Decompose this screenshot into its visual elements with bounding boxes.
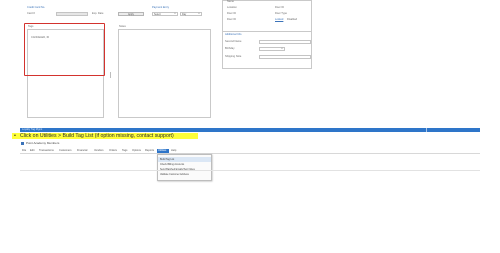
menu-help[interactable]: Help	[171, 149, 176, 153]
top-row-label-0: Name	[227, 0, 234, 3]
chevron-down-icon: ▼	[174, 13, 176, 15]
notes-area[interactable]	[118, 29, 211, 118]
menu-reports[interactable]: Reports	[145, 149, 154, 153]
top-row-value-1[interactable]: Door ID	[275, 6, 284, 10]
top-row-value-3[interactable]: Locked	[275, 18, 283, 22]
top-row-value-2[interactable]: Door Type	[275, 12, 287, 16]
credit-card-heading: Credit Card No.	[27, 6, 46, 9]
additional-label-2: Shipping Note	[225, 55, 242, 58]
menu-options[interactable]: Options	[132, 149, 141, 153]
payment-select-b-value: Day	[182, 13, 187, 16]
dropdown-validate-customer-address[interactable]: Validate Customer Address	[158, 172, 211, 177]
top-row-label-3: Door ID	[227, 18, 236, 21]
menu-vendors[interactable]: Vendors	[94, 149, 104, 153]
chevron-down-icon: ▼	[198, 13, 200, 15]
payment-select-a-value: Select	[154, 13, 161, 16]
status-divider	[426, 128, 427, 132]
status-bar-text: Loyalty Tag Mgmt	[22, 128, 43, 131]
second-name-field[interactable]	[259, 40, 311, 44]
top-row-extra-3: Disabled	[287, 18, 298, 21]
top-row-label-1: Location	[227, 6, 237, 9]
shipping-note-field[interactable]	[259, 55, 311, 59]
payment-heading: Payment Entry	[152, 6, 170, 9]
menu-transactions[interactable]: Transactions	[39, 149, 54, 153]
top-row-label-2: Door ID	[227, 12, 236, 15]
birthday-select[interactable]: ▼	[259, 47, 285, 51]
apply-button[interactable]: Apply	[118, 12, 144, 16]
payment-select-b[interactable]: Day ▼	[180, 12, 202, 16]
additional-heading: Additional Info	[225, 33, 242, 36]
menu-utilities-label: Utilities	[158, 148, 167, 152]
additional-label-0: Second Name	[225, 40, 242, 43]
menu-file[interactable]: File	[22, 149, 26, 153]
payment-select-a[interactable]: Select ▼	[152, 12, 178, 16]
additional-panel: Additional Info Second Name Birthday ▼ S…	[222, 31, 312, 69]
exp-date-label: Exp. Date	[92, 12, 104, 15]
notes-resize-handle[interactable]	[110, 72, 111, 78]
menu-tags[interactable]: Tags	[122, 149, 127, 153]
menu-orders[interactable]: Orders	[109, 149, 117, 153]
card-number-field[interactable]	[56, 12, 88, 16]
tags-highlight-outline	[24, 23, 105, 76]
chevron-down-icon: ▼	[281, 48, 283, 50]
utilities-dropdown: Build Tag List Check Billing Accounts Se…	[157, 154, 212, 181]
menu-utilities[interactable]: Utilities	[157, 148, 169, 153]
menu-edit[interactable]: Edit	[30, 149, 34, 153]
lower-divider	[20, 170, 480, 171]
menubar: File Edit Transactions Customers Financi…	[20, 148, 480, 154]
menu-financial[interactable]: Financial	[77, 149, 87, 153]
status-bar: Loyalty Tag Mgmt	[20, 128, 480, 132]
instruction-bullet: •	[14, 133, 16, 139]
menu-customers[interactable]: Customers	[59, 149, 72, 153]
card-number-label: Card #	[27, 12, 35, 15]
app-icon	[21, 142, 24, 145]
app-title: Point Academy Members	[26, 141, 60, 145]
additional-label-1: Birthday	[225, 47, 235, 50]
instruction-text: Click on Utilities > Build Tag List (if …	[20, 133, 174, 139]
